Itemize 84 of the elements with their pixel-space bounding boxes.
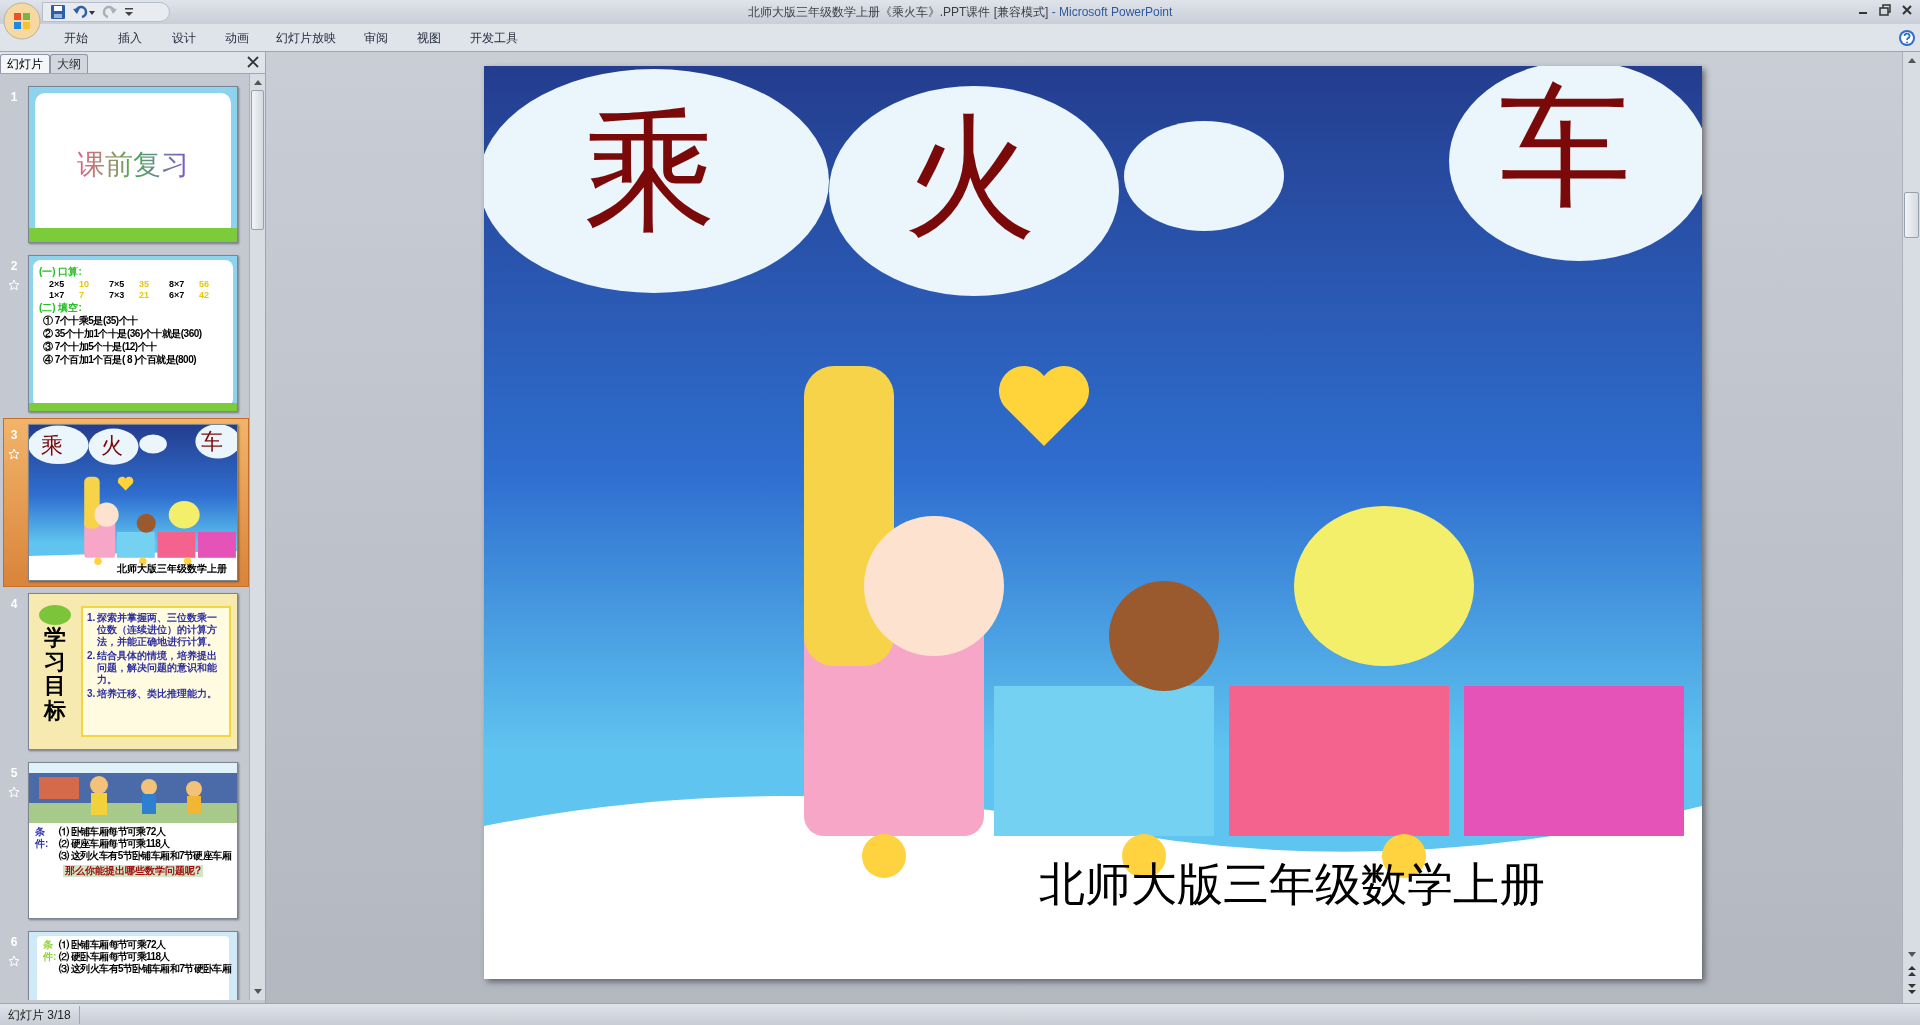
goal-text: 培养迁移、类比推理能力。 bbox=[97, 688, 218, 700]
panel-tab[interactable]: 幻灯片 bbox=[0, 54, 50, 73]
next-slide-icon[interactable] bbox=[1907, 983, 1917, 995]
restore-icon[interactable] bbox=[1878, 3, 1892, 17]
slide-number: 4 bbox=[10, 596, 18, 613]
ribbon-tab[interactable]: 审阅 bbox=[360, 28, 392, 48]
expression: 8×7 bbox=[169, 279, 186, 290]
title-character: 乘 bbox=[584, 106, 716, 238]
condition-label: 条件: bbox=[43, 939, 57, 964]
condition-text: ⑴ 卧铺车厢每节可乘72人 bbox=[59, 939, 167, 951]
answer: 42 bbox=[199, 290, 210, 301]
question-text: 那么你能提出哪些数学问题呢? bbox=[62, 865, 204, 877]
goal-text: 结合具体的情境，培养提出问题，解决问题的意识和能力。 bbox=[97, 650, 219, 686]
fill-in-sentence: ② 35个十加1个十是(36)个十就是(360) bbox=[42, 328, 203, 340]
slide-counter: 幻灯片 3/18 bbox=[0, 1005, 80, 1024]
condition-text: ⑴ 卧铺车厢每节可乘72人 bbox=[59, 826, 167, 838]
previous-slide-icon[interactable] bbox=[1907, 965, 1917, 977]
title-character: 火 bbox=[904, 111, 1036, 243]
close-icon[interactable] bbox=[1900, 3, 1914, 17]
selected-slide-row[interactable]: 3 乘 火 车 北师大版三年级数学上册 bbox=[3, 418, 249, 587]
slide-subtitle: 北师大版三年级数学上册 bbox=[1039, 861, 1545, 907]
expression: 1×7 bbox=[49, 290, 66, 301]
scrollbar[interactable] bbox=[1902, 52, 1920, 1003]
slide-number: 6 bbox=[10, 934, 18, 951]
expression: 7×3 bbox=[109, 290, 126, 301]
section-heading: (二) 填空: bbox=[39, 302, 83, 314]
expression: 2×5 bbox=[49, 279, 66, 290]
answer: 21 bbox=[139, 290, 150, 301]
condition-text: ⑶ 这列火车有5节卧铺车厢和7节硬卧车厢 bbox=[59, 963, 232, 975]
ribbon-tab[interactable]: 动画 bbox=[221, 28, 253, 48]
scrollbar-thumb[interactable] bbox=[251, 90, 264, 230]
answer: 56 bbox=[199, 279, 210, 290]
list-number: 3. bbox=[87, 688, 96, 700]
slide-thumbnail[interactable]: 条件: ⑴ 卧铺车厢每节可乘72人 ⑵ 硬卧车厢每节可乘118人 ⑶ 这列火车有5节卧铺车厢和7节硬卧车厢 bbox=[28, 931, 238, 1000]
section-heading: (一) 口算: bbox=[39, 266, 83, 278]
slide-number: 2 bbox=[10, 258, 18, 275]
help-icon[interactable] bbox=[1898, 29, 1916, 47]
scroll-up-icon[interactable] bbox=[253, 78, 263, 86]
ribbon-tab[interactable]: 视图 bbox=[413, 28, 445, 48]
panel-tab[interactable]: 大纲 bbox=[50, 54, 88, 73]
goal-text: 探索并掌握两、三位数乘一位数（连续进位）的计算方法，并能正确地进行计算。 bbox=[97, 612, 219, 648]
slide-thumbnail[interactable]: 乘 火 车 北师大版三年级数学上册 bbox=[28, 424, 238, 581]
scroll-down-icon[interactable] bbox=[1907, 951, 1917, 959]
condition-text: ⑵ 硬卧车厢每节可乘118人 bbox=[59, 951, 171, 963]
slide-number: 3 bbox=[10, 427, 18, 444]
scroll-up-icon[interactable] bbox=[1907, 56, 1917, 64]
title-character: 乘 bbox=[41, 432, 63, 460]
slide-thumbnail[interactable]: 学习目标 1. 探索并掌握两、三位数乘一位数（连续进位）的计算方法，并能正确地进行计算。 2. 结合具体的情境，培养提出问题，解决问题的意识和能力。 3. 培养迁移、类比推理能力。 bbox=[28, 593, 238, 750]
tree-icon bbox=[38, 604, 72, 626]
slide-thumbnail[interactable]: 条件: ⑴ 卧铺车厢每节可乘72人 ⑵ 硬座车厢每节可乘118人 ⑶ 这列火车有5节卧铺车厢和7节硬座车厢 那么你能提出哪些数学问题呢? bbox=[28, 762, 238, 919]
title-character: 车 bbox=[1499, 81, 1631, 213]
expression: 7×5 bbox=[109, 279, 126, 290]
save-icon[interactable] bbox=[50, 4, 66, 20]
list-number: 2. bbox=[87, 650, 96, 663]
window-title: 北师大版三年级数学上册《乘火车》.PPT课件 [兼容模式] bbox=[747, 5, 1049, 19]
fill-in-sentence: ① 7个十乘5是(35)个十 bbox=[42, 315, 139, 327]
ribbon-tab[interactable]: 幻灯片放映 bbox=[272, 28, 340, 48]
answer: 35 bbox=[139, 279, 150, 290]
ribbon-tab[interactable]: 设计 bbox=[168, 28, 200, 48]
scrollbar-thumb[interactable] bbox=[1904, 192, 1919, 238]
close-icon[interactable] bbox=[247, 56, 259, 68]
slide-thumbnail[interactable]: (一) 口算: 2×5 10 7×5 35 8×7 56 1×7 7 7×3 21 6×7 42 (二) 填空: ① 7个十乘5是(35)个十 ② 35个十加1个十是(36)个十就是(360) ③ 7个十加5个十是(12)个十 ④ 7个百加1个百是( 8 )个百就是(800) bbox=[28, 255, 238, 412]
list-number: 1. bbox=[87, 612, 96, 625]
ribbon-tab[interactable]: 开发工具 bbox=[466, 28, 522, 48]
fill-in-sentence: ④ 7个百加1个百是( 8 )个百就是(800) bbox=[42, 354, 198, 366]
answer: 7 bbox=[79, 290, 85, 301]
condition-text: ⑶ 这列火车有5节卧铺车厢和7节硬座车厢 bbox=[59, 850, 231, 862]
expression: 6×7 bbox=[169, 290, 186, 301]
slide-number: 1 bbox=[10, 89, 18, 106]
scrollbar[interactable] bbox=[249, 74, 265, 1000]
scroll-down-icon[interactable] bbox=[253, 988, 263, 996]
vertical-heading: 学习目标 bbox=[44, 626, 66, 723]
condition-label: 条件: bbox=[35, 826, 50, 851]
slide-number: 5 bbox=[10, 765, 18, 782]
title-character: 车 bbox=[201, 428, 223, 456]
condition-text: ⑵ 硬座车厢每节可乘118人 bbox=[59, 838, 171, 850]
fill-in-sentence: ③ 7个十加5个十是(12)个十 bbox=[42, 341, 158, 353]
slide-subtitle: 北师大版三年级数学上册 bbox=[117, 562, 227, 576]
undo-icon[interactable] bbox=[72, 4, 96, 20]
ribbon-tab[interactable]: 插入 bbox=[114, 28, 146, 48]
ribbon-tab[interactable]: 开始 bbox=[60, 28, 92, 48]
answer: 10 bbox=[79, 279, 90, 290]
title-character: 火 bbox=[101, 432, 123, 460]
application-name: - Microsoft PowerPoint bbox=[1050, 5, 1173, 19]
